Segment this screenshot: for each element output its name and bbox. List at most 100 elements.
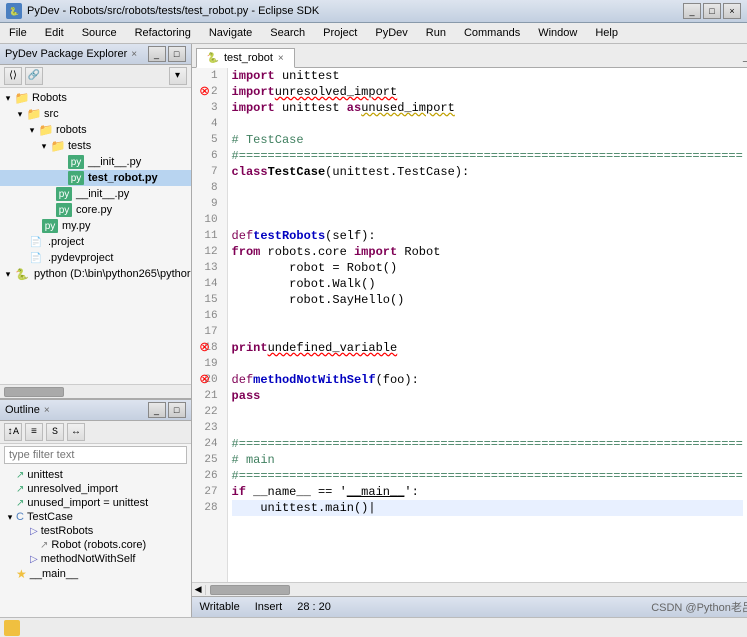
menu-refactoring[interactable]: Refactoring	[130, 25, 196, 41]
py-icon: py	[56, 203, 72, 217]
explorer-h-scrollbar[interactable]	[0, 384, 191, 398]
tree-item-project[interactable]: 📄 .project	[0, 234, 191, 250]
py-icon: py	[68, 155, 84, 169]
outline-item-main[interactable]: ★ __main__	[0, 566, 191, 582]
outline-item-method[interactable]: ▷ methodNotWithSelf	[0, 552, 191, 566]
menu-run[interactable]: Run	[421, 25, 451, 41]
expand-arrow: ▾	[26, 125, 38, 136]
outline-min-btn[interactable]: _	[148, 402, 166, 418]
outline-item-testrobots[interactable]: ▷ testRobots	[0, 524, 191, 538]
outline-item-testcase[interactable]: ▾ C TestCase	[0, 510, 191, 524]
panel-max-btn[interactable]: □	[168, 46, 186, 62]
robot-icon: ↗	[40, 540, 48, 551]
menu-help[interactable]: Help	[590, 25, 623, 41]
maximize-button[interactable]: □	[703, 3, 721, 19]
tree-item-init-robots[interactable]: py __init__.py	[0, 186, 191, 202]
minimize-button[interactable]: _	[683, 3, 701, 19]
menu-bar: File Edit Source Refactoring Navigate Se…	[0, 23, 747, 44]
line-num-12: 12	[197, 244, 222, 260]
view-menu-btn[interactable]: ▾	[169, 67, 187, 85]
tree-item-robots-pkg[interactable]: ▾ 📁 robots	[0, 122, 191, 138]
expand-arrow: ▾	[38, 141, 50, 152]
h-scroll-left-btn[interactable]: ◀	[192, 585, 206, 595]
outline-item-unresolved[interactable]: ↗ unresolved_import	[0, 482, 191, 496]
panel-min-btn[interactable]: _	[148, 46, 166, 62]
hide-fields-btn[interactable]: ≡	[25, 423, 43, 441]
package-explorer-section: PyDev Package Explorer × _ □ ⟨⟩ 🔗 ▾ ▾ 📁	[0, 44, 191, 399]
window-controls: _ □ ×	[683, 3, 741, 19]
menu-pydev[interactable]: PyDev	[370, 25, 412, 41]
outline-item-robot[interactable]: ↗ Robot (robots.core)	[0, 538, 191, 552]
outline-panel: Outline × _ □ ↕A ≡ S ↔ ↗	[0, 399, 191, 617]
line-num-27: 27	[197, 484, 222, 500]
link-editor-btn[interactable]: 🔗	[25, 67, 43, 85]
tree-item-python[interactable]: ▾ 🐍 python (D:\bin\python265\pythor	[0, 266, 191, 282]
status-writable: Writable	[200, 601, 240, 613]
tree-item-robots[interactable]: ▾ 📁 Robots	[0, 90, 191, 106]
line-num-5: 5	[197, 132, 222, 148]
editor-tab-test-robot[interactable]: 🐍 test_robot ×	[196, 48, 295, 68]
line-num-26: 26	[197, 468, 222, 484]
outline-filter[interactable]	[4, 446, 187, 464]
close-button[interactable]: ×	[723, 3, 741, 19]
menu-file[interactable]: File	[4, 25, 32, 41]
menu-project[interactable]: Project	[318, 25, 362, 41]
h-scroll-thumb[interactable]	[210, 585, 290, 595]
editor-h-scrollbar[interactable]: ◀ ▶	[192, 582, 747, 596]
h-scroll-thumb[interactable]	[4, 387, 64, 397]
tree-label: Robots	[32, 92, 67, 104]
sync-btn[interactable]: ↔	[67, 423, 85, 441]
hide-static-btn[interactable]: S	[46, 423, 64, 441]
line-numbers: 1 ⊗ 2 3 4 5 6 7 8 9 10 11 12 13 14	[192, 68, 228, 582]
line-num-8: 8	[197, 180, 222, 196]
line-num-14: 14	[197, 276, 222, 292]
folder-icon: 📁	[38, 123, 54, 137]
tree-item-src[interactable]: ▾ 📁 src	[0, 106, 191, 122]
tree-item-tests[interactable]: ▾ 📁 tests	[0, 138, 191, 154]
tab-icon: 🐍	[207, 53, 219, 64]
bottom-icon	[4, 620, 20, 636]
line-num-3: 3	[197, 100, 222, 116]
tree-label: __init__.py	[76, 188, 129, 200]
tree-label: .project	[48, 236, 84, 248]
collapse-all-btn[interactable]: ⟨⟩	[4, 67, 22, 85]
code-line-8	[232, 180, 743, 196]
tree-label: .pydevproject	[48, 252, 113, 264]
tree-item-init-tests[interactable]: py __init__.py	[0, 154, 191, 170]
outline-item-unittest[interactable]: ↗ unittest	[0, 468, 191, 482]
menu-commands[interactable]: Commands	[459, 25, 525, 41]
status-bar: Writable Insert 28 : 20 CSDN @Python老吕	[192, 596, 747, 617]
outline-label: Robot (robots.core)	[51, 539, 146, 551]
outline-tree[interactable]: ↗ unittest ↗ unresolved_import ↗ unused_…	[0, 466, 191, 617]
sort-btn[interactable]: ↕A	[4, 423, 22, 441]
folder-icon: 📁	[50, 139, 66, 153]
code-line-13: robot = Robot()	[232, 260, 743, 276]
method-icon: ▷	[30, 526, 38, 537]
expand-arrow: ▾	[2, 93, 14, 104]
code-line-27: if __name__ == '__main__':	[232, 484, 743, 500]
line-num-13: 13	[197, 260, 222, 276]
package-explorer-tree[interactable]: ▾ 📁 Robots ▾ 📁 src ▾ 📁 robots	[0, 88, 191, 384]
outline-toolbar: ↕A ≡ S ↔	[0, 421, 191, 444]
tree-item-pydevproject[interactable]: 📄 .pydevproject	[0, 250, 191, 266]
menu-source[interactable]: Source	[77, 25, 122, 41]
tab-ctrl-min[interactable]: _	[743, 54, 747, 65]
menu-navigate[interactable]: Navigate	[204, 25, 257, 41]
menu-search[interactable]: Search	[265, 25, 310, 41]
tree-item-core[interactable]: py core.py	[0, 202, 191, 218]
main-layout: PyDev Package Explorer × _ □ ⟨⟩ 🔗 ▾ ▾ 📁	[0, 44, 747, 617]
tree-item-test-robot[interactable]: py test_robot.py	[0, 170, 191, 186]
explorer-toolbar: ⟨⟩ 🔗 ▾	[0, 65, 191, 88]
tree-item-mypy[interactable]: py my.py	[0, 218, 191, 234]
title-bar: 🐍 PyDev - Robots/src/robots/tests/test_r…	[0, 0, 747, 23]
code-editor[interactable]: import unittest import unresolved_import…	[228, 68, 747, 582]
menu-window[interactable]: Window	[533, 25, 582, 41]
tab-close-btn[interactable]: ×	[278, 53, 284, 64]
outline-max-btn[interactable]: □	[168, 402, 186, 418]
menu-edit[interactable]: Edit	[40, 25, 69, 41]
py-icon: py	[42, 219, 58, 233]
line-num-7: 7	[197, 164, 222, 180]
line-num-2: ⊗ 2	[197, 84, 222, 100]
line-num-22: 22	[197, 404, 222, 420]
outline-item-unused[interactable]: ↗ unused_import = unittest	[0, 496, 191, 510]
